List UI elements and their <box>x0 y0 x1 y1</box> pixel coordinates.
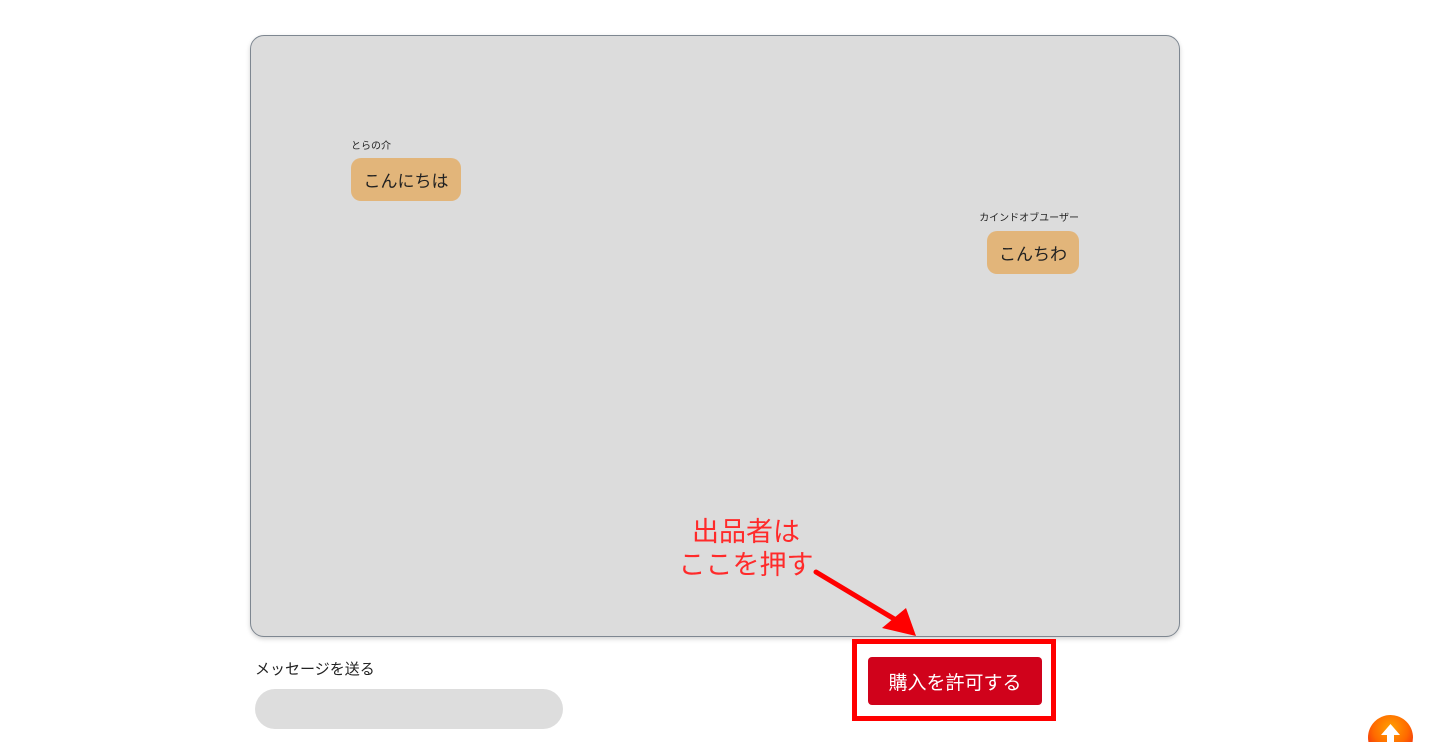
scroll-to-top-button[interactable] <box>1368 715 1413 742</box>
page: とらの介 こんにちは カインドオブユーザー こんちわ 出品者は ここを押す 購入… <box>0 0 1434 742</box>
arrow-up-icon <box>1381 724 1400 742</box>
message-bubble-left: こんにちは <box>351 158 461 201</box>
message-sender-left: とらの介 <box>351 141 391 152</box>
send-message-label: メッセージを送る <box>255 660 375 678</box>
allow-purchase-button[interactable]: 購入を許可する <box>868 657 1042 705</box>
annotation-line-1: 出品者は <box>692 517 800 548</box>
annotation-arrow-icon <box>813 569 916 636</box>
message-input[interactable] <box>255 689 563 729</box>
message-sender-right: カインドオブユーザー <box>979 213 1079 224</box>
message-bubble-right: こんちわ <box>987 231 1079 274</box>
